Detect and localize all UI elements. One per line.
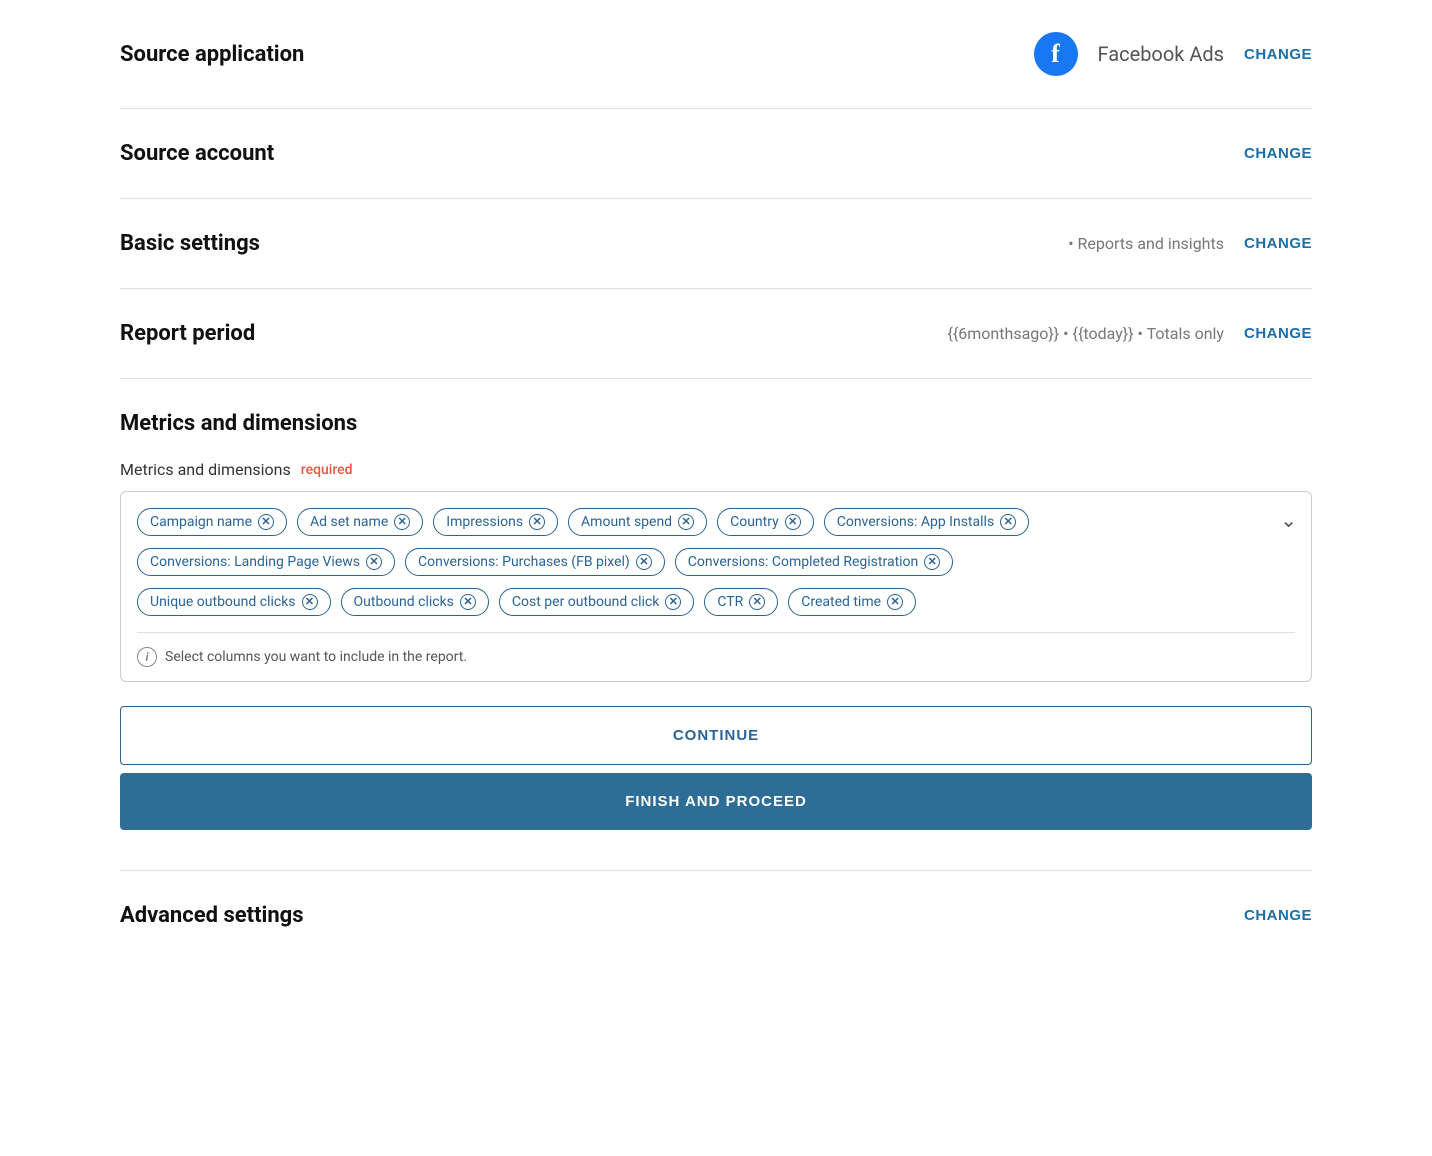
tag-amount-spend: Amount spend ✕ <box>568 508 707 536</box>
tag-conversions-landing-page-views-remove[interactable]: ✕ <box>366 554 382 570</box>
tags-row-3: Unique outbound clicks ✕ Outbound clicks… <box>137 588 1295 616</box>
chevron-down-icon[interactable]: ⌄ <box>1280 508 1297 532</box>
tags-rows: Campaign name ✕ Ad set name ✕ Impression… <box>137 508 1295 632</box>
tag-conversions-completed-registration-remove[interactable]: ✕ <box>924 554 940 570</box>
source-application-change-button[interactable]: CHANGE <box>1244 46 1312 63</box>
tag-conversions-app-installs: Conversions: App Installs ✕ <box>824 508 1029 536</box>
tag-conversions-app-installs-remove[interactable]: ✕ <box>1000 514 1016 530</box>
tag-country: Country ✕ <box>717 508 814 536</box>
basic-settings-change-button[interactable]: CHANGE <box>1244 235 1312 252</box>
tag-outbound-clicks-remove[interactable]: ✕ <box>460 594 476 610</box>
tag-ctr-remove[interactable]: ✕ <box>749 594 765 610</box>
source-application-right: f Facebook Ads CHANGE <box>1034 32 1312 76</box>
advanced-settings-right: CHANGE <box>1244 907 1312 924</box>
tag-ad-set-name-remove[interactable]: ✕ <box>394 514 410 530</box>
tags-row-1: Campaign name ✕ Ad set name ✕ Impression… <box>137 508 1295 536</box>
source-application-section: Source application f Facebook Ads CHANGE <box>120 0 1312 109</box>
tags-container: ⌄ Campaign name ✕ Ad set name ✕ Impressi… <box>120 491 1312 682</box>
metrics-section-title: Metrics and dimensions <box>120 411 1312 436</box>
continue-button[interactable]: CONTINUE <box>120 706 1312 765</box>
tag-outbound-clicks: Outbound clicks ✕ <box>341 588 489 616</box>
metrics-label: Metrics and dimensions <box>120 460 291 479</box>
source-account-section: Source account CHANGE <box>120 109 1312 199</box>
source-app-name: Facebook Ads <box>1098 42 1224 66</box>
tag-created-time: Created time ✕ <box>788 588 916 616</box>
report-period-right: {{6monthsago}} • {{today}} • Totals only… <box>947 324 1312 343</box>
basic-settings-meta: • Reports and insights <box>1068 234 1224 253</box>
advanced-settings-title: Advanced settings <box>120 903 304 928</box>
tag-ad-set-name: Ad set name ✕ <box>297 508 423 536</box>
tags-row-2: Conversions: Landing Page Views ✕ Conver… <box>137 548 1295 576</box>
report-period-change-button[interactable]: CHANGE <box>1244 325 1312 342</box>
tag-amount-spend-remove[interactable]: ✕ <box>678 514 694 530</box>
facebook-icon: f <box>1034 32 1078 76</box>
tag-created-time-remove[interactable]: ✕ <box>887 594 903 610</box>
metrics-section: Metrics and dimensions Metrics and dimen… <box>120 379 1312 871</box>
hint-text: Select columns you want to include in th… <box>165 649 467 665</box>
tag-cost-per-outbound-click: Cost per outbound click ✕ <box>499 588 694 616</box>
tag-campaign-name-remove[interactable]: ✕ <box>258 514 274 530</box>
basic-settings-right: • Reports and insights CHANGE <box>1068 234 1312 253</box>
finish-and-proceed-button[interactable]: FINISH AND PROCEED <box>120 773 1312 830</box>
tag-cost-per-outbound-click-remove[interactable]: ✕ <box>665 594 681 610</box>
report-period-section: Report period {{6monthsago}} • {{today}}… <box>120 289 1312 379</box>
source-account-change-button[interactable]: CHANGE <box>1244 145 1312 162</box>
source-application-title: Source application <box>120 42 304 67</box>
tag-ctr: CTR ✕ <box>704 588 778 616</box>
report-period-title: Report period <box>120 321 255 346</box>
tag-impressions-remove[interactable]: ✕ <box>529 514 545 530</box>
hint-row: i Select columns you want to include in … <box>137 632 1295 681</box>
source-account-title: Source account <box>120 141 274 166</box>
source-account-right: CHANGE <box>1244 145 1312 162</box>
basic-settings-section: Basic settings • Reports and insights CH… <box>120 199 1312 289</box>
tag-campaign-name: Campaign name ✕ <box>137 508 287 536</box>
tag-unique-outbound-clicks-remove[interactable]: ✕ <box>302 594 318 610</box>
basic-settings-title: Basic settings <box>120 231 260 256</box>
tag-conversions-purchases: Conversions: Purchases (FB pixel) ✕ <box>405 548 665 576</box>
tag-conversions-completed-registration: Conversions: Completed Registration ✕ <box>675 548 953 576</box>
tag-conversions-landing-page-views: Conversions: Landing Page Views ✕ <box>137 548 395 576</box>
required-badge: required <box>301 462 353 478</box>
tag-conversions-purchases-remove[interactable]: ✕ <box>636 554 652 570</box>
tag-unique-outbound-clicks: Unique outbound clicks ✕ <box>137 588 331 616</box>
metrics-label-row: Metrics and dimensions required <box>120 460 1312 479</box>
report-period-meta: {{6monthsago}} • {{today}} • Totals only <box>947 324 1224 343</box>
advanced-settings-change-button[interactable]: CHANGE <box>1244 907 1312 924</box>
info-icon: i <box>137 647 157 667</box>
tag-country-remove[interactable]: ✕ <box>785 514 801 530</box>
tag-impressions: Impressions ✕ <box>433 508 558 536</box>
advanced-settings-section: Advanced settings CHANGE <box>120 871 1312 960</box>
